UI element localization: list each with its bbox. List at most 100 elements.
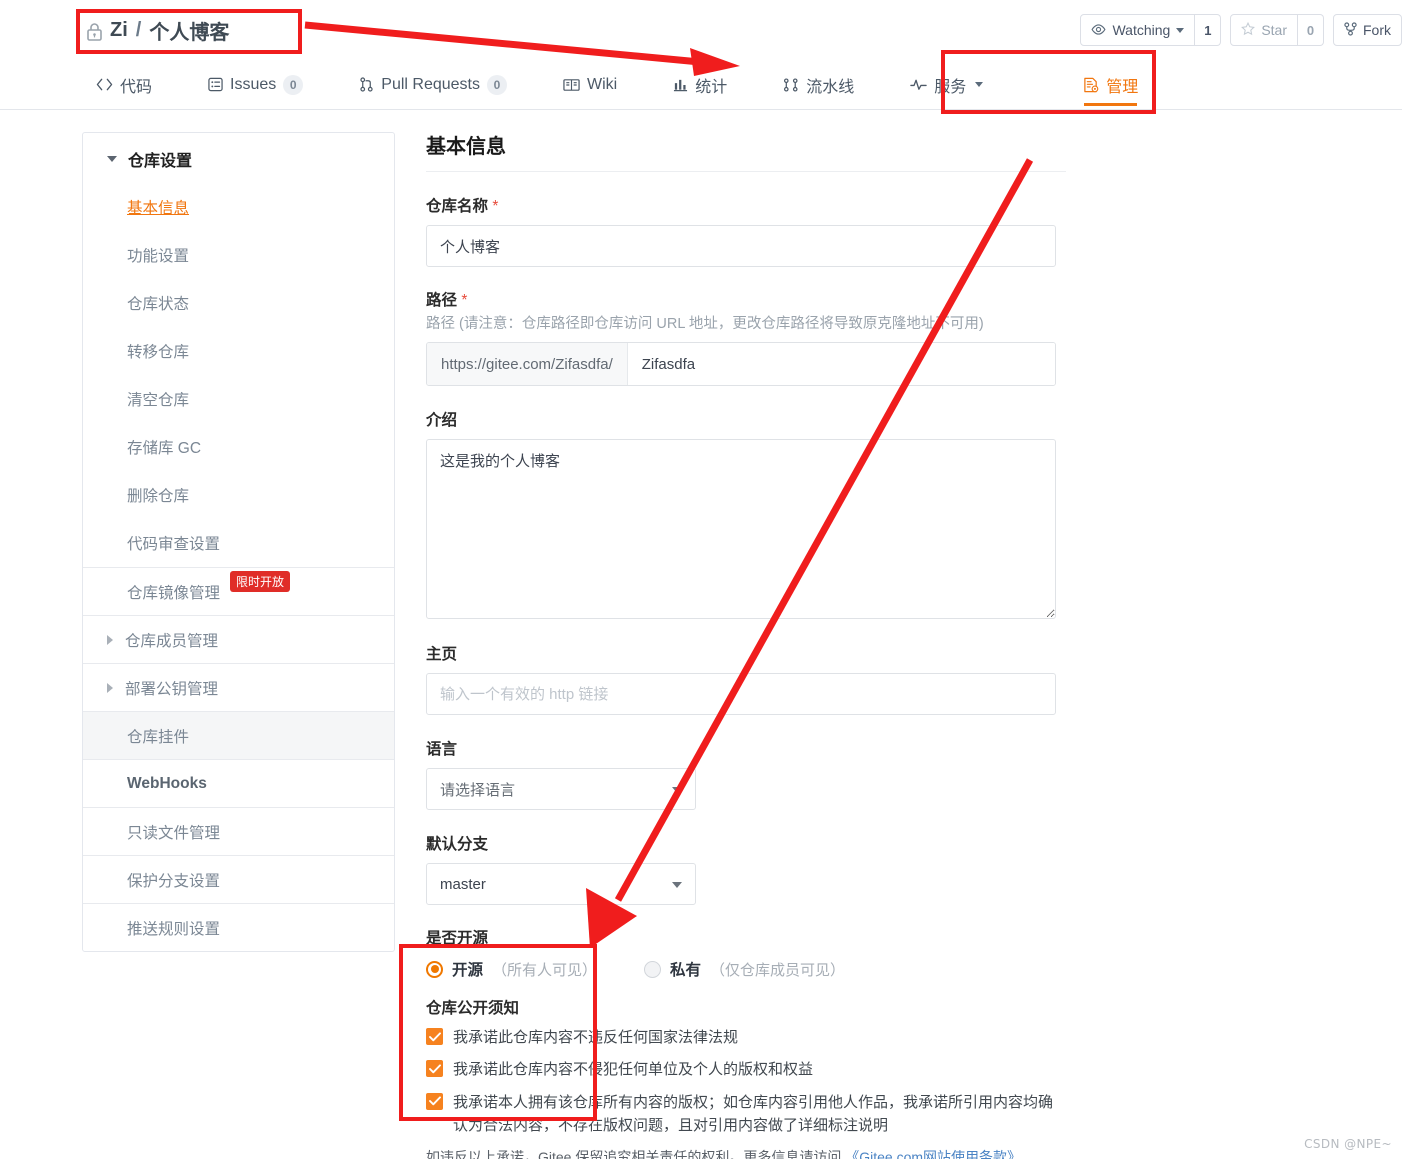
pipeline-icon <box>783 77 799 92</box>
sidebar-item-label: 仓库镜像管理 <box>127 584 221 602</box>
tab-pull-requests[interactable]: Pull Requests 0 <box>359 60 507 109</box>
sidebar-item-repo-members[interactable]: 仓库成员管理 <box>83 615 394 663</box>
repo-owner[interactable]: Zi <box>110 19 128 42</box>
path-hint: 路径 (请注意：仓库路径即仓库访问 URL 地址，更改仓库路径将导致原克隆地址不… <box>426 316 984 332</box>
path-input-group: https://gitee.com/Zifasdfa/ <box>426 342 1056 386</box>
tab-wiki[interactable]: Wiki <box>563 60 617 109</box>
pull-requests-count-badge: 0 <box>486 74 507 95</box>
watermark: CSDN @NPE~ <box>1304 1137 1392 1151</box>
sidebar-item-label: 代码审查设置 <box>127 536 221 553</box>
book-icon <box>563 78 580 92</box>
field-path: 路径 * 路径 (请注意：仓库路径即仓库访问 URL 地址，更改仓库路径将导致原… <box>426 288 1066 386</box>
field-language: 语言 请选择语言 <box>426 737 1066 810</box>
code-icon <box>96 78 113 91</box>
branch-select[interactable]: master <box>426 863 696 905</box>
tab-statistics[interactable]: 统计 <box>673 60 727 109</box>
tab-wiki-label: Wiki <box>586 75 618 93</box>
repo-nav: 代码 Issues 0 Pull Requests 0 Wiki 统计 流水线 … <box>0 60 1402 110</box>
tab-issues-label: Issues <box>230 75 277 93</box>
sidebar-item-webhooks[interactable]: WebHooks <box>83 759 394 807</box>
issues-count-badge: 0 <box>283 74 304 95</box>
sidebar-item-label: 存储库 GC <box>127 440 202 457</box>
tab-pipeline[interactable]: 流水线 <box>783 60 854 109</box>
lock-icon <box>86 22 103 41</box>
chevron-down-icon <box>1176 27 1185 33</box>
notice-checkbox-row[interactable]: 我承诺本人拥有该仓库所有内容的版权；如仓库内容引用他人作品，我承诺所引用内容均确… <box>426 1091 1066 1138</box>
chevron-down-icon <box>975 82 984 87</box>
star-button-group[interactable]: Star 0 <box>1230 14 1324 46</box>
repo-name[interactable]: 个人博客 <box>149 16 229 45</box>
notice-checkbox-row[interactable]: 我承诺此仓库内容不违反任何国家法律法规 <box>426 1026 1066 1049</box>
checkbox-checked-icon[interactable] <box>426 1028 443 1045</box>
eye-icon <box>1091 22 1106 38</box>
triangle-right-icon <box>107 634 113 645</box>
pull-request-icon <box>359 77 374 92</box>
star-label: Star <box>1261 22 1287 38</box>
branch-select-wrapper[interactable]: master <box>426 863 696 905</box>
sidebar-item-label: 推送规则设置 <box>127 920 221 938</box>
sidebar-item-empty-repo[interactable]: 清空仓库 <box>83 375 394 423</box>
star-button[interactable]: Star <box>1230 14 1298 46</box>
homepage-input[interactable] <box>426 673 1056 715</box>
sidebar-item-deploy-keys[interactable]: 部署公钥管理 <box>83 663 394 711</box>
sidebar-item-label: 删除仓库 <box>127 488 190 505</box>
tab-pipeline-label: 流水线 <box>806 78 855 96</box>
language-select[interactable]: 请选择语言 <box>426 768 696 810</box>
star-count[interactable]: 0 <box>1298 14 1324 46</box>
tab-code-label: 代码 <box>120 78 153 96</box>
sidebar-item-storage-gc[interactable]: 存储库 GC <box>83 423 394 471</box>
notice-checkbox-row[interactable]: 我承诺此仓库内容不侵犯任何单位及个人的版权和权益 <box>426 1058 1066 1081</box>
tab-manage-label: 管理 <box>1106 78 1139 96</box>
tab-issues[interactable]: Issues 0 <box>208 60 304 109</box>
tab-pull-requests-label: Pull Requests <box>381 75 480 93</box>
radio-public[interactable]: 开源 （所有人可见） <box>426 958 644 980</box>
watching-button[interactable]: Watching <box>1080 14 1196 46</box>
sidebar-item-repo-status[interactable]: 仓库状态 <box>83 279 394 327</box>
notice-item-text: 我承诺此仓库内容不违反任何国家法律法规 <box>453 1029 739 1046</box>
sidebar-item-label: 仓库挂件 <box>127 728 190 746</box>
opensource-label: 是否开源 <box>426 930 489 947</box>
sidebar-item-feature-settings[interactable]: 功能设置 <box>83 231 394 279</box>
language-label: 语言 <box>426 741 458 758</box>
watch-button-group[interactable]: Watching 1 <box>1080 14 1222 46</box>
radio-unselected-icon[interactable] <box>644 960 661 978</box>
checkbox-checked-icon[interactable] <box>426 1092 443 1110</box>
sidebar-item-delete-repo[interactable]: 删除仓库 <box>83 471 394 519</box>
field-homepage: 主页 <box>426 642 1066 715</box>
sidebar-item-label: 只读文件管理 <box>127 824 221 842</box>
tab-manage[interactable]: 管理 <box>1083 60 1138 109</box>
required-marker: * <box>461 292 468 309</box>
sidebar-item-readonly-files[interactable]: 只读文件管理 <box>83 807 394 855</box>
sidebar-group-repo-settings[interactable]: 仓库设置 <box>83 133 394 183</box>
radio-selected-icon[interactable] <box>426 960 443 978</box>
sidebar-item-repo-widget[interactable]: 仓库挂件 <box>83 711 394 759</box>
radio-private-label: 私有 <box>670 962 702 979</box>
tab-code[interactable]: 代码 <box>96 60 152 109</box>
notice-item-text: 我承诺本人拥有该仓库所有内容的版权；如仓库内容引用他人作品，我承诺所引用内容均确… <box>453 1093 1054 1134</box>
watching-count[interactable]: 1 <box>1195 14 1222 46</box>
path-input[interactable] <box>627 343 1055 385</box>
tab-services[interactable]: 服务 <box>910 60 984 109</box>
sidebar-item-basic-info[interactable]: 基本信息 <box>83 183 394 231</box>
sidebar-item-transfer-repo[interactable]: 转移仓库 <box>83 327 394 375</box>
tab-statistics-label: 统计 <box>695 78 728 96</box>
checkbox-checked-icon[interactable] <box>426 1060 443 1078</box>
sidebar-item-repo-mirror[interactable]: 仓库镜像管理 限时开放 <box>83 567 394 615</box>
fork-button[interactable]: Fork <box>1333 14 1402 46</box>
intro-textarea[interactable] <box>426 439 1056 619</box>
radio-public-label: 开源 <box>452 962 484 979</box>
language-select-wrapper[interactable]: 请选择语言 <box>426 768 696 810</box>
terms-prefix: 如违反以上承诺，Gitee 保留追究相关责任的权利。更多信息请访问 <box>426 1149 846 1159</box>
sidebar-item-protected-branches[interactable]: 保护分支设置 <box>83 855 394 903</box>
fork-button-group[interactable]: Fork <box>1333 14 1402 46</box>
repo-name-input[interactable] <box>426 225 1056 267</box>
sidebar-item-push-rules[interactable]: 推送规则设置 <box>83 903 394 951</box>
terms-link[interactable]: 《Gitee.com网站使用条款》 <box>845 1149 1021 1159</box>
star-icon <box>1241 21 1256 39</box>
opensource-radio-group: 开源 （所有人可见） 私有 （仅仓库成员可见） <box>426 958 1066 980</box>
sidebar-item-label: 转移仓库 <box>127 344 190 361</box>
path-label: 路径 * <box>426 288 1066 310</box>
sidebar-item-label: 清空仓库 <box>127 392 190 409</box>
sidebar-item-code-review-settings[interactable]: 代码审查设置 <box>83 519 394 567</box>
radio-private[interactable]: 私有 （仅仓库成员可见） <box>644 958 845 980</box>
